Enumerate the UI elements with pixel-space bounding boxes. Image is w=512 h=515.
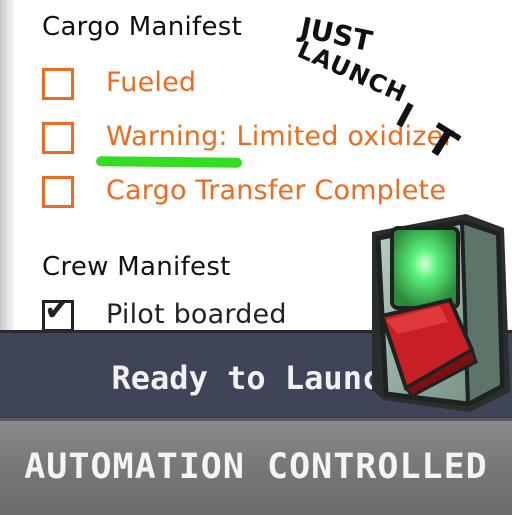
green-light-icon: [390, 226, 460, 310]
switch-housing-side: [459, 219, 505, 408]
launch-switch-container: [0, 0, 512, 512]
launch-switch[interactable]: [0, 0, 512, 512]
